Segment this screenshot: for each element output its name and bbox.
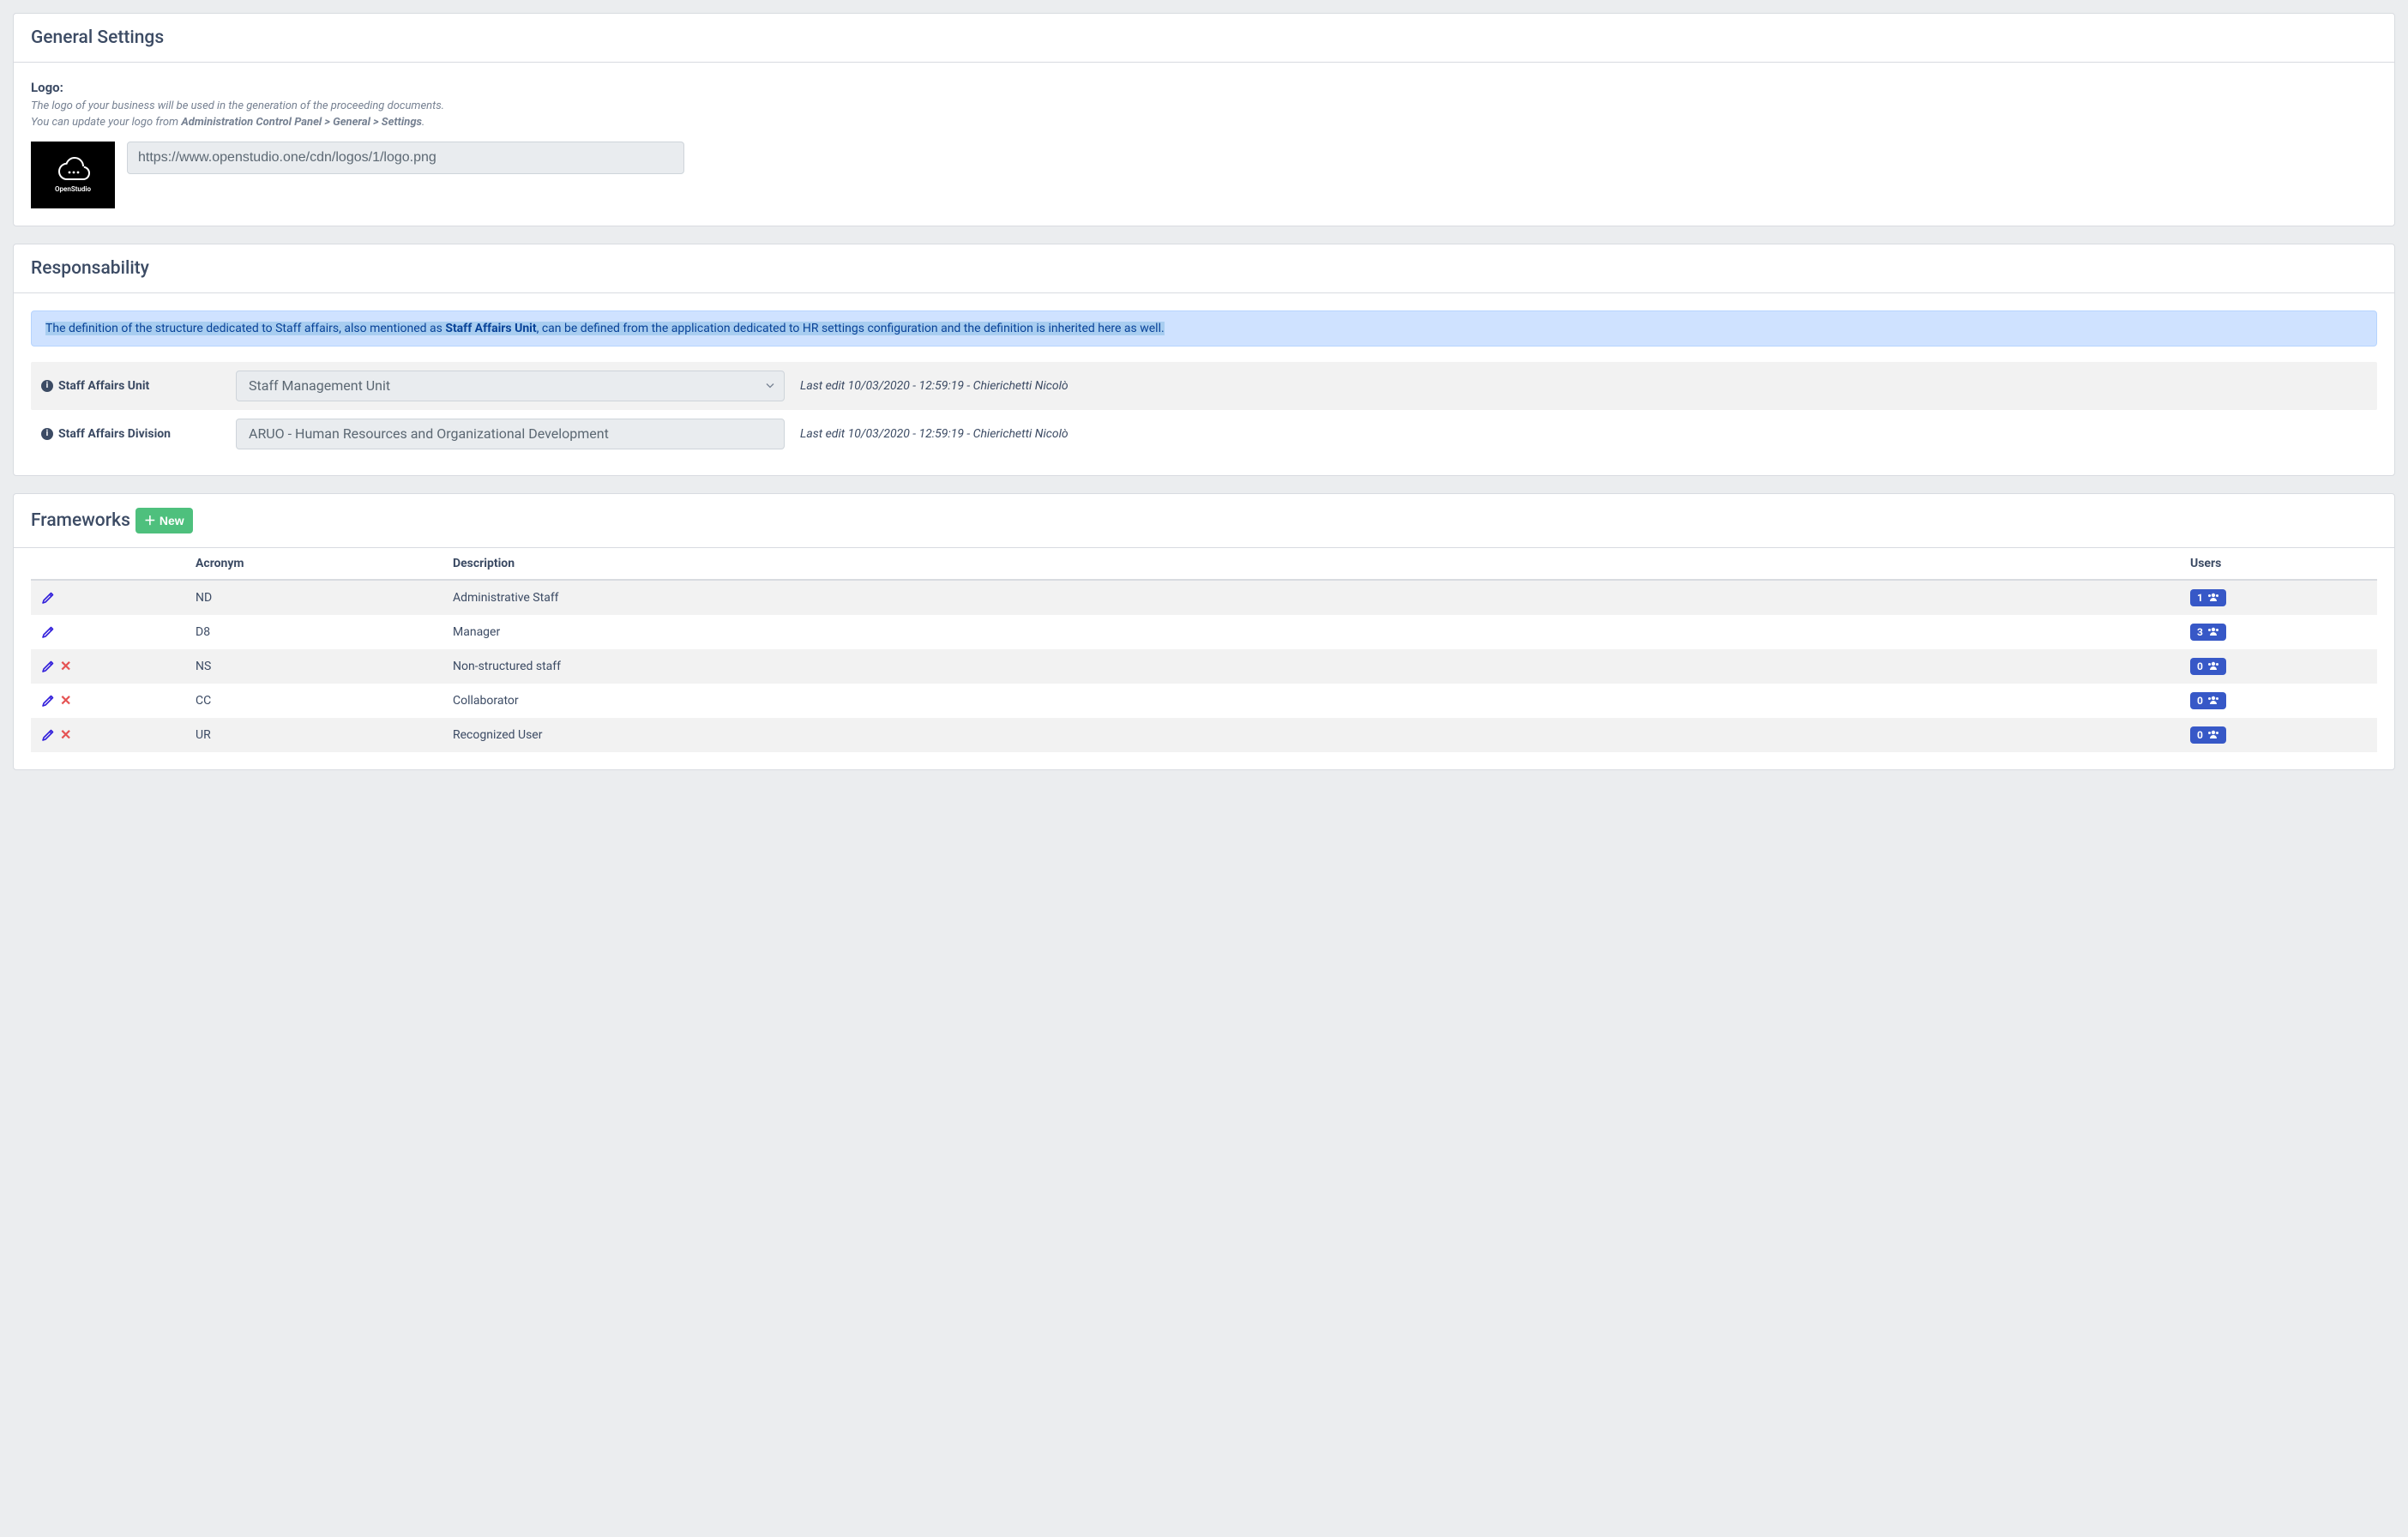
- acronym-cell: D8: [185, 615, 442, 649]
- frameworks-heading: Frameworks ＋ New: [14, 494, 2394, 548]
- responsibility-alert: The definition of the structure dedicate…: [31, 310, 2377, 347]
- edit-icon[interactable]: [41, 625, 55, 639]
- delete-icon[interactable]: ✕: [60, 658, 71, 674]
- cloud-icon: [54, 156, 92, 182]
- logo-label: Logo:: [31, 80, 2377, 95]
- table-row: D8Manager 3: [31, 615, 2377, 649]
- users-icon: [2207, 660, 2219, 672]
- acronym-cell: NS: [185, 649, 442, 684]
- new-framework-button[interactable]: ＋ New: [135, 508, 193, 533]
- users-badge[interactable]: 1: [2190, 589, 2226, 606]
- delete-icon[interactable]: ✕: [60, 692, 71, 708]
- users-badge[interactable]: 0: [2190, 692, 2226, 709]
- description-cell: Administrative Staff: [442, 580, 2180, 615]
- staff-affairs-unit-select[interactable]: Staff Management Unit: [236, 371, 785, 401]
- col-users: Users: [2180, 548, 2377, 580]
- brand-name: OpenStudio: [55, 185, 91, 193]
- users-badge[interactable]: 0: [2190, 658, 2226, 675]
- responsibility-heading: Responsability: [14, 244, 2394, 293]
- chevron-down-icon: [765, 377, 775, 394]
- info-icon[interactable]: i: [41, 428, 53, 440]
- description-cell: Manager: [442, 615, 2180, 649]
- staff-affairs-unit-meta: Last edit 10/03/2020 - 12:59:19 - Chieri…: [795, 379, 1069, 393]
- info-icon[interactable]: i: [41, 380, 53, 392]
- col-description: Description: [442, 548, 2180, 580]
- responsibility-card: Responsability The definition of the str…: [13, 244, 2395, 476]
- users-badge[interactable]: 0: [2190, 726, 2226, 744]
- users-icon: [2207, 695, 2219, 707]
- staff-affairs-division-label: i Staff Affairs Division: [41, 427, 226, 441]
- logo-preview: OpenStudio: [31, 142, 115, 208]
- staff-affairs-division-row: i Staff Affairs Division ARUO - Human Re…: [31, 410, 2377, 458]
- general-settings-card: General Settings Logo: The logo of your …: [13, 13, 2395, 226]
- staff-affairs-division-field[interactable]: ARUO - Human Resources and Organizationa…: [236, 419, 785, 449]
- users-badge[interactable]: 3: [2190, 624, 2226, 641]
- table-row: ✕ CCCollaborator 0: [31, 684, 2377, 718]
- table-row: ✕ URRecognized User 0: [31, 718, 2377, 752]
- description-cell: Recognized User: [442, 718, 2180, 752]
- edit-icon[interactable]: [41, 591, 55, 605]
- logo-help: The logo of your business will be used i…: [31, 99, 2377, 131]
- edit-icon[interactable]: [41, 728, 55, 742]
- frameworks-table: Acronym Description Users NDAdministrati…: [31, 548, 2377, 752]
- table-row: NDAdministrative Staff 1: [31, 580, 2377, 615]
- plus-icon: ＋: [144, 512, 156, 529]
- description-cell: Non-structured staff: [442, 649, 2180, 684]
- general-settings-heading: General Settings: [14, 14, 2394, 63]
- table-row: ✕ NSNon-structured staff 0: [31, 649, 2377, 684]
- description-cell: Collaborator: [442, 684, 2180, 718]
- staff-affairs-unit-row: i Staff Affairs Unit Staff Management Un…: [31, 362, 2377, 410]
- col-acronym: Acronym: [185, 548, 442, 580]
- edit-icon[interactable]: [41, 694, 55, 708]
- frameworks-card: Frameworks ＋ New Acronym Description Use…: [13, 493, 2395, 770]
- staff-affairs-division-meta: Last edit 10/03/2020 - 12:59:19 - Chieri…: [795, 427, 1069, 441]
- delete-icon[interactable]: ✕: [60, 726, 71, 743]
- edit-icon[interactable]: [41, 660, 55, 673]
- logo-url-input[interactable]: [127, 142, 684, 174]
- users-icon: [2207, 626, 2219, 638]
- acronym-cell: CC: [185, 684, 442, 718]
- acronym-cell: ND: [185, 580, 442, 615]
- users-icon: [2207, 592, 2219, 604]
- acronym-cell: UR: [185, 718, 442, 752]
- users-icon: [2207, 729, 2219, 741]
- staff-affairs-unit-label: i Staff Affairs Unit: [41, 379, 226, 393]
